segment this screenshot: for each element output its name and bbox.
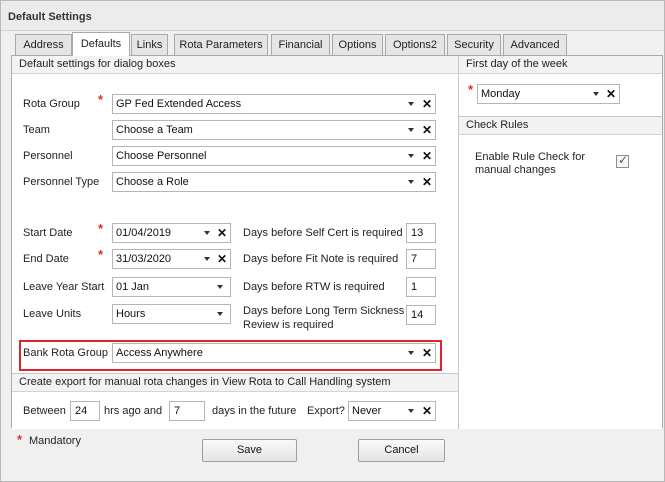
close-icon[interactable]: ✕ — [605, 86, 617, 102]
first-day-combo[interactable]: Monday ✕ — [477, 84, 620, 104]
tab-security[interactable]: Security — [447, 34, 501, 55]
first-day-required-mark: * — [468, 82, 474, 97]
rota-group-required-mark: * — [98, 92, 104, 107]
personnel-type-value: Choose a Role — [116, 176, 189, 188]
close-icon[interactable]: ✕ — [216, 251, 228, 267]
leave-year-start-value: 01 Jan — [116, 281, 150, 293]
close-icon[interactable]: ✕ — [421, 148, 433, 164]
tab-options[interactable]: Options — [332, 34, 383, 55]
export-value: Never — [352, 405, 382, 417]
first-day-value: Monday — [481, 88, 521, 100]
first-day-header: First day of the week — [459, 56, 662, 74]
tab-options2[interactable]: Options2 — [385, 34, 445, 55]
tab-financial[interactable]: Financial — [271, 34, 330, 55]
tab-advanced[interactable]: Advanced — [503, 34, 567, 55]
default-settings-panel: Default settings for dialog boxes Rota G… — [12, 56, 459, 373]
close-icon[interactable]: ✕ — [421, 174, 433, 190]
leave-units-combo[interactable]: Hours — [112, 304, 231, 324]
self-cert-days-input[interactable]: 13 — [406, 223, 436, 243]
export-combo[interactable]: Never ✕ — [348, 401, 436, 421]
rota-group-combo[interactable]: GP Fed Extended Access ✕ — [112, 94, 436, 114]
end-date-label: End Date — [23, 253, 69, 265]
chevron-down-icon[interactable] — [408, 154, 414, 158]
long-term-sickness-days-input[interactable]: 14 — [406, 305, 436, 325]
bank-rota-group-label: Bank Rota Group — [23, 347, 108, 359]
leave-year-start-label: Leave Year Start — [23, 281, 105, 293]
close-icon[interactable]: ✕ — [421, 345, 433, 361]
team-value: Choose a Team — [116, 124, 193, 136]
fit-note-days-input[interactable]: 7 — [406, 249, 436, 269]
chevron-down-icon[interactable] — [217, 285, 223, 289]
self-cert-label: Days before Self Cert is required — [243, 227, 403, 239]
chevron-down-icon[interactable] — [408, 351, 414, 355]
end-date-value: 31/03/2020 — [116, 253, 172, 265]
end-date-picker[interactable]: 31/03/2020 ✕ — [112, 249, 231, 269]
default-settings-header: Default settings for dialog boxes — [12, 56, 459, 74]
start-date-picker[interactable]: 01/04/2019 ✕ — [112, 223, 231, 243]
close-icon[interactable]: ✕ — [421, 96, 433, 112]
personnel-value: Choose Personnel — [116, 150, 207, 162]
rtw-days-input[interactable]: 1 — [406, 277, 436, 297]
check-rules-panel: Check Rules Enable Rule Check for manual… — [459, 117, 662, 429]
rota-group-label: Rota Group — [23, 98, 80, 110]
personnel-type-combo[interactable]: Choose a Role ✕ — [112, 172, 436, 192]
window-title: Default Settings — [8, 11, 92, 23]
chevron-down-icon[interactable] — [204, 231, 210, 235]
rtw-label: Days before RTW is required — [243, 281, 385, 293]
days-future-label: days in the future — [212, 405, 297, 417]
end-date-required-mark: * — [98, 247, 104, 262]
personnel-combo[interactable]: Choose Personnel ✕ — [112, 146, 436, 166]
bank-rota-group-value: Access Anywhere — [116, 347, 203, 359]
start-date-value: 01/04/2019 — [116, 227, 172, 239]
team-label: Team — [23, 124, 50, 136]
hrs-ago-label: hrs ago and — [104, 405, 163, 417]
leave-units-value: Hours — [116, 308, 146, 320]
personnel-label: Personnel — [23, 150, 73, 162]
personnel-type-label: Personnel Type — [23, 176, 100, 188]
long-term-sickness-label-line2: Review is required — [243, 319, 334, 331]
cancel-button[interactable]: Cancel — [358, 439, 445, 462]
start-date-label: Start Date — [23, 227, 73, 239]
first-day-panel: First day of the week * Monday ✕ — [459, 56, 662, 117]
tab-rota-parameters[interactable]: Rota Parameters — [174, 34, 268, 55]
enable-rule-check-label-line2: manual changes — [475, 164, 556, 176]
default-settings-window: Default Settings Address Defaults Links … — [0, 0, 665, 482]
rota-group-value: GP Fed Extended Access — [116, 98, 242, 110]
enable-rule-check-label-line1: Enable Rule Check for — [475, 151, 586, 163]
title-bar: Default Settings — [1, 1, 664, 31]
save-button[interactable]: Save — [202, 439, 297, 462]
between-label: Between — [23, 405, 66, 417]
fit-note-label: Days before Fit Note is required — [243, 253, 399, 265]
chevron-down-icon[interactable] — [204, 257, 210, 261]
checkmark-icon: ✓ — [618, 153, 629, 167]
long-term-sickness-label-line1: Days before Long Term Sickness — [243, 305, 405, 317]
bank-rota-group-combo[interactable]: Access Anywhere ✕ — [112, 343, 436, 363]
defaults-tab-content: Default settings for dialog boxes Rota G… — [11, 55, 663, 429]
export-label: Export? — [307, 405, 345, 417]
close-icon[interactable]: ✕ — [421, 122, 433, 138]
tab-links[interactable]: Links — [131, 34, 168, 55]
mandatory-label: Mandatory — [29, 435, 81, 447]
leave-year-start-combo[interactable]: 01 Jan — [112, 277, 231, 297]
chevron-down-icon[interactable] — [408, 102, 414, 106]
close-icon[interactable]: ✕ — [421, 403, 433, 419]
days-future-input[interactable]: 7 — [169, 401, 205, 421]
hours-ago-input[interactable]: 24 — [70, 401, 100, 421]
check-rules-header: Check Rules — [459, 117, 662, 135]
chevron-down-icon[interactable] — [593, 92, 599, 96]
export-panel-header: Create export for manual rota changes in… — [12, 374, 458, 392]
chevron-down-icon[interactable] — [217, 312, 223, 316]
mandatory-mark: * — [17, 432, 23, 447]
team-combo[interactable]: Choose a Team ✕ — [112, 120, 436, 140]
chevron-down-icon[interactable] — [408, 180, 414, 184]
enable-rule-check-checkbox[interactable]: ✓ — [616, 153, 629, 168]
export-panel: Create export for manual rota changes in… — [12, 373, 459, 429]
leave-units-label: Leave Units — [23, 308, 82, 320]
close-icon[interactable]: ✕ — [216, 225, 228, 241]
start-date-required-mark: * — [98, 221, 104, 236]
tab-defaults[interactable]: Defaults — [72, 32, 130, 56]
chevron-down-icon[interactable] — [408, 409, 414, 413]
chevron-down-icon[interactable] — [408, 128, 414, 132]
tab-address[interactable]: Address — [15, 34, 72, 55]
